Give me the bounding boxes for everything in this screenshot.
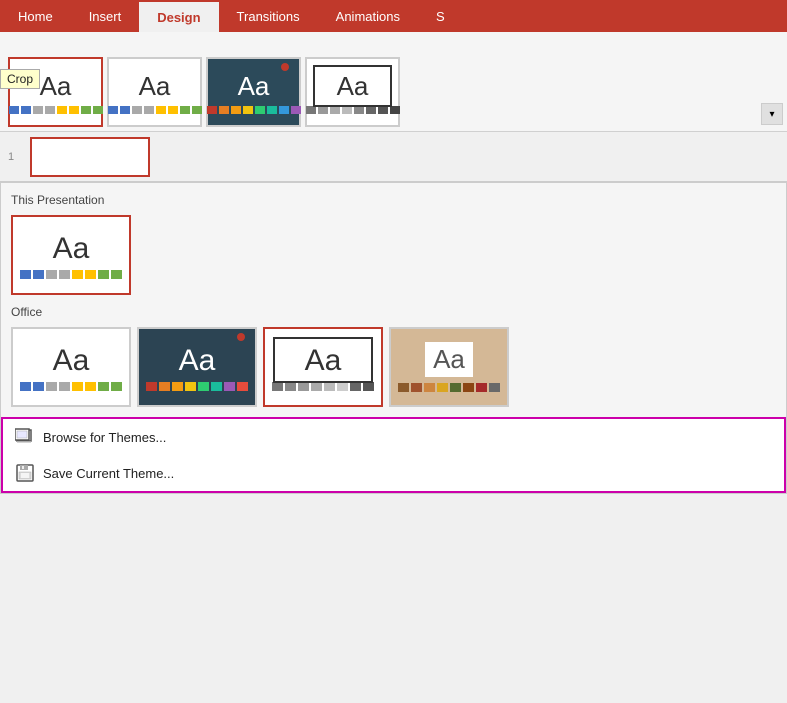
office-themes-grid: Aa Aa [11, 327, 776, 407]
tab-more[interactable]: S [418, 0, 463, 32]
themes-dropdown-panel: This Presentation Aa Off [0, 182, 787, 494]
office-section: Office Aa [11, 305, 776, 407]
ribbon-theme-1[interactable]: Aa [8, 57, 103, 127]
tab-design[interactable]: Design [139, 0, 218, 32]
save-theme-button[interactable]: Save Current Theme... [3, 455, 784, 491]
themes-dropdown-arrow[interactable]: ▾ [761, 103, 783, 125]
this-presentation-label: This Presentation [11, 193, 776, 207]
ribbon: Home Insert Design Transitions Animation… [0, 0, 787, 132]
slide-strip: 1 [0, 132, 787, 182]
browse-icon [15, 427, 35, 447]
tab-transitions[interactable]: Transitions [219, 0, 318, 32]
save-icon [15, 463, 35, 483]
tab-animations[interactable]: Animations [318, 0, 418, 32]
browse-themes-button[interactable]: Browse for Themes... [3, 419, 784, 455]
tab-insert[interactable]: Insert [71, 0, 140, 32]
ribbon-content: Crop Aa Aa [0, 32, 787, 132]
office-theme-3[interactable]: Aa [263, 327, 383, 407]
ribbon-theme-2[interactable]: Aa [107, 57, 202, 127]
office-theme-4[interactable]: Aa [389, 327, 509, 407]
office-label: Office [11, 305, 776, 319]
tab-home[interactable]: Home [0, 0, 71, 32]
pres-theme-1[interactable]: Aa [11, 215, 131, 295]
action-buttons-container: Browse for Themes... Save Current Theme.… [1, 417, 786, 493]
slide-thumbnail[interactable] [30, 137, 150, 177]
ribbon-tab-bar: Home Insert Design Transitions Animation… [0, 0, 787, 32]
office-theme-2[interactable]: Aa [137, 327, 257, 407]
this-presentation-grid: Aa [11, 215, 776, 295]
ribbon-theme-3[interactable]: Aa [206, 57, 301, 127]
ribbon-theme-4[interactable]: Aa [305, 57, 400, 127]
crop-tooltip: Crop [0, 69, 40, 89]
office-theme-1[interactable]: Aa [11, 327, 131, 407]
